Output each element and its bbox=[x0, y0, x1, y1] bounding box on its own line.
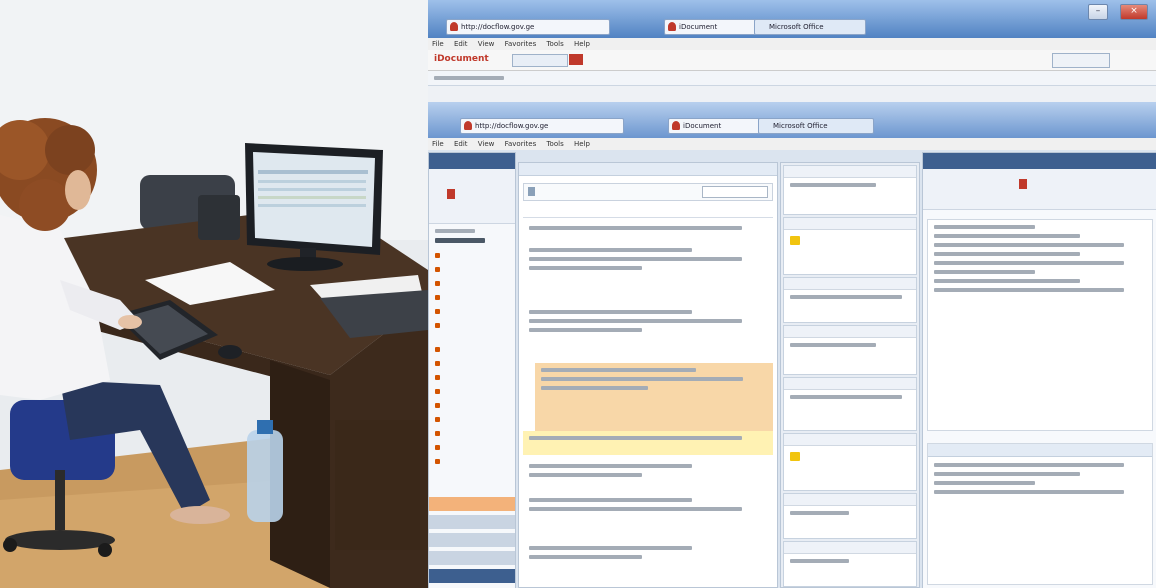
nav-item[interactable] bbox=[429, 370, 515, 384]
back-tab-office[interactable]: Microsoft Office bbox=[754, 19, 866, 35]
nav-item[interactable] bbox=[429, 384, 515, 398]
front-site-icon bbox=[464, 121, 472, 130]
front-menu-file[interactable]: File bbox=[432, 140, 444, 148]
front-tab-idocument[interactable]: iDocument bbox=[668, 118, 770, 134]
gadget bbox=[783, 433, 917, 491]
list-item-selected[interactable] bbox=[523, 431, 773, 455]
detail-header bbox=[923, 153, 1156, 169]
nav-section-active[interactable] bbox=[429, 497, 515, 511]
gadget bbox=[783, 325, 917, 375]
nav-item[interactable] bbox=[429, 276, 515, 290]
nav-section-dark[interactable] bbox=[429, 569, 515, 583]
back-address-text: http://docflow.gov.ge bbox=[461, 23, 535, 31]
list-item[interactable] bbox=[523, 459, 773, 489]
back-menubar: File Edit View Favorites Tools Help bbox=[428, 38, 1156, 50]
gadget bbox=[783, 377, 917, 431]
office-photo-drawing bbox=[0, 0, 428, 588]
front-menubar: File Edit View Favorites Tools Help bbox=[428, 138, 1156, 150]
nav-item[interactable] bbox=[429, 342, 515, 356]
front-tab-icon bbox=[672, 121, 680, 130]
front-menu-tools[interactable]: Tools bbox=[546, 140, 563, 148]
attachments-header bbox=[928, 444, 1152, 457]
nav-item[interactable] bbox=[429, 248, 515, 262]
document-list-panel bbox=[518, 162, 778, 588]
back-site-icon bbox=[450, 22, 458, 31]
software-screenshot: http://docflow.gov.ge iDocument Microsof… bbox=[428, 0, 1156, 588]
front-menu-view[interactable]: View bbox=[478, 140, 495, 148]
gadget bbox=[783, 493, 917, 539]
back-address-bar[interactable]: http://docflow.gov.ge bbox=[446, 19, 610, 35]
document-list-toolbar bbox=[523, 183, 773, 201]
minimize-icon[interactable]: – bbox=[1088, 4, 1108, 20]
back-toolbar-badge bbox=[569, 54, 583, 65]
gadgets-column bbox=[780, 162, 920, 588]
front-address-text: http://docflow.gov.ge bbox=[475, 122, 549, 130]
arrow-icon[interactable] bbox=[447, 189, 455, 199]
list-item-highlighted[interactable] bbox=[535, 363, 773, 431]
front-tab-label: iDocument bbox=[683, 122, 722, 130]
back-tab-label: iDocument bbox=[679, 23, 718, 31]
front-tab2-label: Microsoft Office bbox=[773, 122, 828, 130]
folder-icon bbox=[790, 236, 800, 245]
nav-section[interactable] bbox=[429, 515, 515, 529]
back-user-button[interactable] bbox=[1052, 53, 1110, 68]
document-list-header bbox=[519, 163, 777, 176]
nav-item[interactable] bbox=[429, 318, 515, 332]
column-headers bbox=[523, 207, 773, 218]
back-tab-icon bbox=[668, 22, 676, 31]
back-tab-idocument[interactable]: iDocument bbox=[664, 19, 766, 35]
nav-toolbar bbox=[429, 169, 515, 224]
front-address-bar[interactable]: http://docflow.gov.ge bbox=[460, 118, 624, 134]
close-icon[interactable]: × bbox=[1120, 4, 1148, 20]
back-toolbar-button[interactable] bbox=[512, 54, 568, 67]
front-menu-favorites[interactable]: Favorites bbox=[505, 140, 537, 148]
left-navigation bbox=[428, 152, 516, 588]
gadget bbox=[783, 541, 917, 587]
nav-item[interactable] bbox=[429, 426, 515, 440]
attachments bbox=[927, 443, 1153, 585]
nav-item[interactable] bbox=[429, 290, 515, 304]
list-item[interactable] bbox=[523, 243, 773, 299]
flag-icon[interactable] bbox=[1019, 179, 1027, 189]
menu-edit[interactable]: Edit bbox=[454, 40, 468, 48]
nav-item[interactable] bbox=[429, 356, 515, 370]
nav-item[interactable] bbox=[429, 262, 515, 276]
app-logo: iDocument bbox=[434, 54, 489, 64]
folder-icon bbox=[790, 452, 800, 461]
detail-panel bbox=[922, 152, 1156, 588]
gadget bbox=[783, 277, 917, 323]
nav-header bbox=[429, 153, 515, 169]
detail-toolbar bbox=[923, 169, 1156, 210]
document-details bbox=[927, 219, 1153, 431]
list-item[interactable] bbox=[523, 305, 773, 361]
front-tab-office[interactable]: Microsoft Office bbox=[758, 118, 874, 134]
document-icon bbox=[528, 187, 535, 196]
list-item[interactable] bbox=[523, 541, 773, 581]
search-input[interactable] bbox=[702, 186, 768, 198]
nav-item[interactable] bbox=[429, 398, 515, 412]
back-tab2-label: Microsoft Office bbox=[769, 23, 824, 31]
nav-item[interactable] bbox=[429, 304, 515, 318]
office-photo bbox=[0, 0, 428, 588]
menu-view[interactable]: View bbox=[478, 40, 495, 48]
list-item[interactable] bbox=[523, 493, 773, 537]
nav-item[interactable] bbox=[429, 412, 515, 426]
front-menu-edit[interactable]: Edit bbox=[454, 140, 468, 148]
front-menu-help[interactable]: Help bbox=[574, 140, 590, 148]
nav-section[interactable] bbox=[429, 533, 515, 547]
back-breadcrumb bbox=[428, 71, 1156, 86]
gadget bbox=[783, 217, 917, 275]
back-row-strip bbox=[428, 86, 1156, 102]
list-item[interactable] bbox=[523, 221, 773, 237]
menu-file[interactable]: File bbox=[432, 40, 444, 48]
nav-item[interactable] bbox=[429, 454, 515, 468]
back-app-toolbar: iDocument bbox=[428, 50, 1156, 71]
gadget bbox=[783, 165, 917, 215]
menu-help[interactable]: Help bbox=[574, 40, 590, 48]
nav-item[interactable] bbox=[429, 440, 515, 454]
menu-tools[interactable]: Tools bbox=[546, 40, 563, 48]
nav-section[interactable] bbox=[429, 551, 515, 565]
menu-favorites[interactable]: Favorites bbox=[505, 40, 537, 48]
